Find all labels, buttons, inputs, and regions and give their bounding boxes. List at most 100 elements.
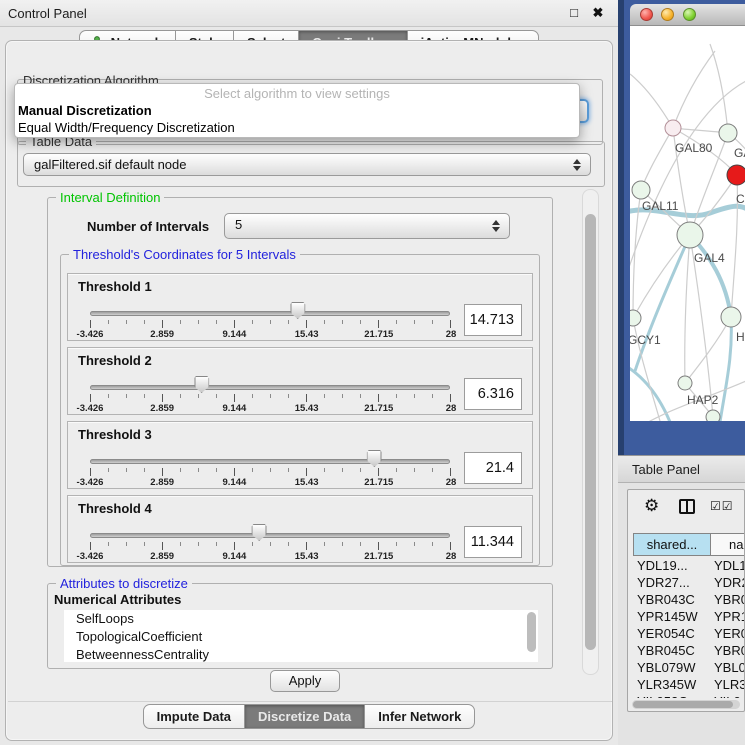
node-red-selected[interactable] — [727, 165, 745, 185]
apply-button[interactable]: Apply — [270, 670, 340, 692]
settings-scroll-viewport: Interval Definition Number of Intervals … — [41, 189, 579, 675]
tab-label: Impute Data — [157, 705, 231, 728]
algorithm-dropdown-popup: Select algorithm to view settings Manual… — [14, 83, 580, 138]
list-item-selfloops[interactable]: SelfLoops — [64, 610, 538, 628]
gear-icon[interactable]: ⚙ — [644, 496, 659, 516]
tick-label: 28 — [446, 477, 457, 488]
threshold-1-thumb[interactable] — [290, 302, 305, 319]
table-panel-body: ⚙ ☑☑ shared... na YDL19...YDL1 YDR27...Y… — [627, 489, 745, 712]
threshold-4-thumb[interactable] — [252, 524, 267, 541]
table-row[interactable]: YBL079WYBL0 — [633, 659, 745, 676]
node-gal80[interactable] — [665, 120, 681, 136]
settings-vertical-scrollbar[interactable] — [582, 189, 599, 675]
minimize-traffic-light-icon[interactable] — [661, 8, 674, 21]
node-h[interactable] — [721, 307, 741, 327]
number-of-intervals-value: 5 — [235, 214, 242, 235]
column-header-shared[interactable]: shared... — [633, 533, 711, 556]
table-panel-titlebar: Table Panel — [618, 455, 745, 483]
tick-label: 21.715 — [364, 551, 393, 562]
threshold-2-thumb[interactable] — [194, 376, 209, 393]
cell: YLR345W — [637, 676, 696, 693]
float-window-icon[interactable]: □ — [566, 5, 582, 20]
interval-definition-label: Interval Definition — [56, 190, 164, 205]
node-gal11[interactable] — [632, 181, 650, 199]
threshold-1-value-field[interactable] — [464, 304, 522, 336]
list-item-topologicalcoefficient[interactable]: TopologicalCoefficient — [64, 628, 538, 646]
node-label-ga-partial: GA — [734, 146, 745, 160]
node-hap2[interactable] — [678, 376, 692, 390]
list-item-betweennesscentrality[interactable]: BetweennessCentrality — [64, 646, 538, 662]
tick-label: 21.715 — [364, 477, 393, 488]
slider-tick-labels: -3.426 2.859 9.144 15.43 21.715 28 — [90, 551, 451, 563]
network-window-titlebar[interactable] — [630, 4, 745, 26]
table-row[interactable]: YER054C YER0 — [633, 625, 745, 642]
popup-option-manual-discretization[interactable]: Manual Discretization — [18, 103, 152, 118]
numerical-attributes-list: SelfLoops TopologicalCoefficient Between… — [64, 610, 538, 662]
checkbox-icons[interactable]: ☑☑ — [710, 499, 734, 513]
zoom-traffic-light-icon[interactable] — [683, 8, 696, 21]
threshold-3-thumb[interactable] — [367, 450, 382, 467]
network-window: GAL80 GA GAL11 C GAL4 GCY1 H HAP2 — [618, 0, 745, 455]
bottom-tab-bar: Impute Data Discretize Data Infer Networ… — [0, 704, 618, 729]
scrollbar-thumb[interactable] — [633, 701, 733, 708]
table-row[interactable]: YIL052CYIL0 — [633, 693, 745, 698]
tick-label: 9.144 — [223, 329, 247, 340]
node-label-gal80: GAL80 — [675, 141, 713, 155]
threshold-3-value-field[interactable] — [464, 452, 522, 484]
scrollbar-thumb[interactable] — [585, 214, 596, 650]
table-row[interactable]: YPR145WYPR1 — [633, 608, 745, 625]
tick-label: 15.43 — [295, 329, 319, 340]
threshold-3-slider[interactable]: -3.426 2.859 9.144 15.43 21.715 28 — [90, 446, 451, 490]
threshold-3-label: Threshold 3 — [78, 427, 152, 442]
cell: YER054C — [637, 625, 695, 642]
tick-label: -3.426 — [77, 329, 104, 340]
tick-label: 2.859 — [150, 477, 174, 488]
slider-major-ticks — [90, 320, 451, 328]
threshold-2-slider[interactable]: -3.426 2.859 9.144 15.43 21.715 28 — [90, 372, 451, 416]
table-panel-window: Table Panel ⚙ ☑☑ shared... na YDL19...YD… — [618, 455, 745, 745]
column-layout-icon[interactable] — [679, 499, 695, 514]
attributes-group-label: Attributes to discretize — [56, 576, 192, 591]
slider-tick-labels: -3.426 2.859 9.144 15.43 21.715 28 — [90, 477, 451, 489]
column-header-name[interactable]: na — [710, 533, 745, 556]
table-row[interactable]: YBR043CYBR0 — [633, 591, 745, 608]
table-row[interactable]: YDL19...YDL1 — [633, 557, 745, 574]
node-gcy1[interactable] — [630, 310, 641, 326]
table-row[interactable]: YDR27...YDR2 — [633, 574, 745, 591]
close-window-icon[interactable]: ✖ — [590, 5, 606, 21]
node-partial-bottom[interactable] — [706, 410, 720, 421]
slider-tick-labels: -3.426 2.859 9.144 15.43 21.715 28 — [90, 329, 451, 341]
tab-impute-data[interactable]: Impute Data — [143, 704, 245, 729]
node-gal4[interactable] — [677, 222, 703, 248]
attributes-to-discretize-group: Attributes to discretize Numerical Attri… — [47, 583, 553, 669]
network-graph: GAL80 GA GAL11 C GAL4 GCY1 H HAP2 — [630, 26, 745, 421]
cell: YER0 — [714, 625, 745, 642]
popup-option-equal-width-frequency[interactable]: Equal Width/Frequency Discretization — [18, 120, 235, 135]
tick-label: 28 — [446, 551, 457, 562]
tick-label: 15.43 — [295, 403, 319, 414]
node-attribute-table[interactable]: shared... na YDL19...YDL1 YDR27...YDR2 Y… — [633, 533, 745, 698]
table-data-combobox[interactable]: galFiltered.sif default node — [23, 153, 591, 176]
spinner-arrows-icon — [492, 220, 500, 232]
slider-major-ticks — [90, 542, 451, 550]
network-canvas[interactable]: GAL80 GA GAL11 C GAL4 GCY1 H HAP2 — [630, 26, 745, 421]
tab-infer-network[interactable]: Infer Network — [364, 704, 475, 729]
threshold-4-value-field[interactable] — [464, 526, 522, 558]
threshold-4-slider[interactable]: -3.426 2.859 9.144 15.43 21.715 28 — [90, 520, 451, 564]
close-traffic-light-icon[interactable] — [640, 8, 653, 21]
threshold-2-value-field[interactable] — [464, 378, 522, 410]
tick-label: 15.43 — [295, 551, 319, 562]
node-partial-top-right[interactable] — [719, 124, 737, 142]
tick-label: 21.715 — [364, 403, 393, 414]
table-row[interactable]: YLR345WYLR3 — [633, 676, 745, 693]
cell: YBR0 — [714, 591, 745, 608]
table-horizontal-scrollbar[interactable] — [632, 700, 740, 709]
attributes-list-scrollbar[interactable] — [527, 612, 536, 652]
tick-label: -3.426 — [77, 551, 104, 562]
number-of-intervals-spinner[interactable]: 5 — [224, 213, 510, 239]
tick-label: -3.426 — [77, 403, 104, 414]
threshold-1-slider[interactable]: -3.426 2.859 9.144 15.43 21.715 28 — [90, 298, 451, 342]
table-data-selected-value: galFiltered.sif default node — [34, 154, 186, 175]
table-row[interactable]: YBR045CYBR0 — [633, 642, 745, 659]
tab-discretize-data[interactable]: Discretize Data — [244, 704, 365, 729]
